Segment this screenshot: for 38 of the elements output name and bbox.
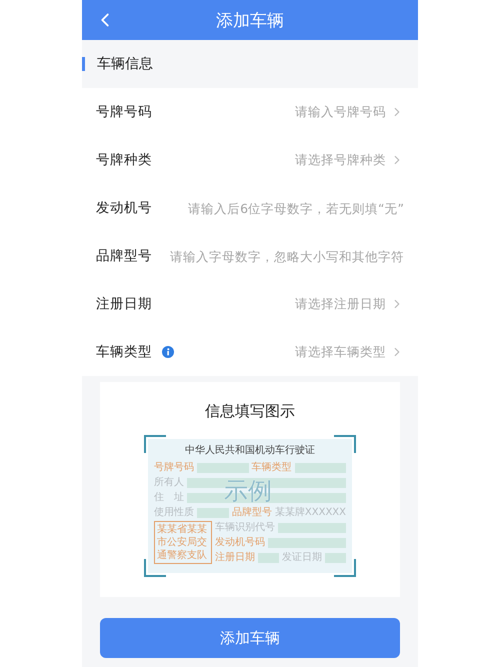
license-label: 号牌号码: [154, 462, 194, 474]
select-field[interactable]: 请选择车辆类型: [295, 344, 404, 360]
license-label: 车辆识别代号: [215, 522, 275, 534]
field-label: 品牌型号: [96, 247, 152, 265]
select-field[interactable]: 请选择注册日期: [295, 296, 404, 312]
select-field[interactable]: 请选择号牌种类: [295, 152, 404, 168]
field-label: 号牌号码: [96, 103, 152, 121]
license-label: 所有人: [154, 476, 184, 488]
blank-field: [325, 552, 346, 562]
stamp: 某某省某某市公安局交通警察支队: [154, 521, 212, 564]
license-label: 品牌型号: [232, 506, 272, 518]
blank-field: [258, 552, 279, 562]
watermark-text: 示例: [224, 476, 272, 506]
field-label: 发动机号: [96, 199, 152, 217]
license-value: 某某牌XXXXXX: [274, 506, 346, 518]
input-field[interactable]: 请输入后6位字母数字，若无则填“无”: [162, 200, 404, 216]
select-field[interactable]: 请输入号牌号码: [295, 104, 404, 120]
blank-field: [294, 462, 346, 472]
info-icon[interactable]: [162, 346, 174, 358]
section-title: 车辆信息: [97, 55, 153, 73]
page-title: 添加车辆: [216, 10, 284, 32]
license-label: 注册日期: [215, 552, 255, 564]
blank-field: [197, 462, 248, 472]
license-label: 发动机号码: [215, 536, 265, 548]
guide-title: 信息填写图示: [205, 402, 295, 421]
blank-field: [197, 508, 229, 518]
section-marker: [82, 57, 85, 71]
license-label: 发证日期: [282, 552, 322, 564]
license-title: 中华人民共和国机动车行驶证: [184, 444, 316, 457]
field-label: 车辆类型: [96, 343, 152, 361]
license-label: 使用性质: [154, 506, 194, 518]
license-label: 住 址: [154, 492, 184, 504]
add-vehicle-button[interactable]: 添加车辆: [100, 618, 400, 658]
field-label: 注册日期: [96, 295, 152, 313]
blank-field: [278, 522, 346, 532]
input-field[interactable]: 请输入字母数字，忽略大小写和其他字符: [162, 248, 404, 264]
field-label: 号牌种类: [96, 151, 152, 169]
license-label: 车辆类型: [252, 462, 292, 474]
